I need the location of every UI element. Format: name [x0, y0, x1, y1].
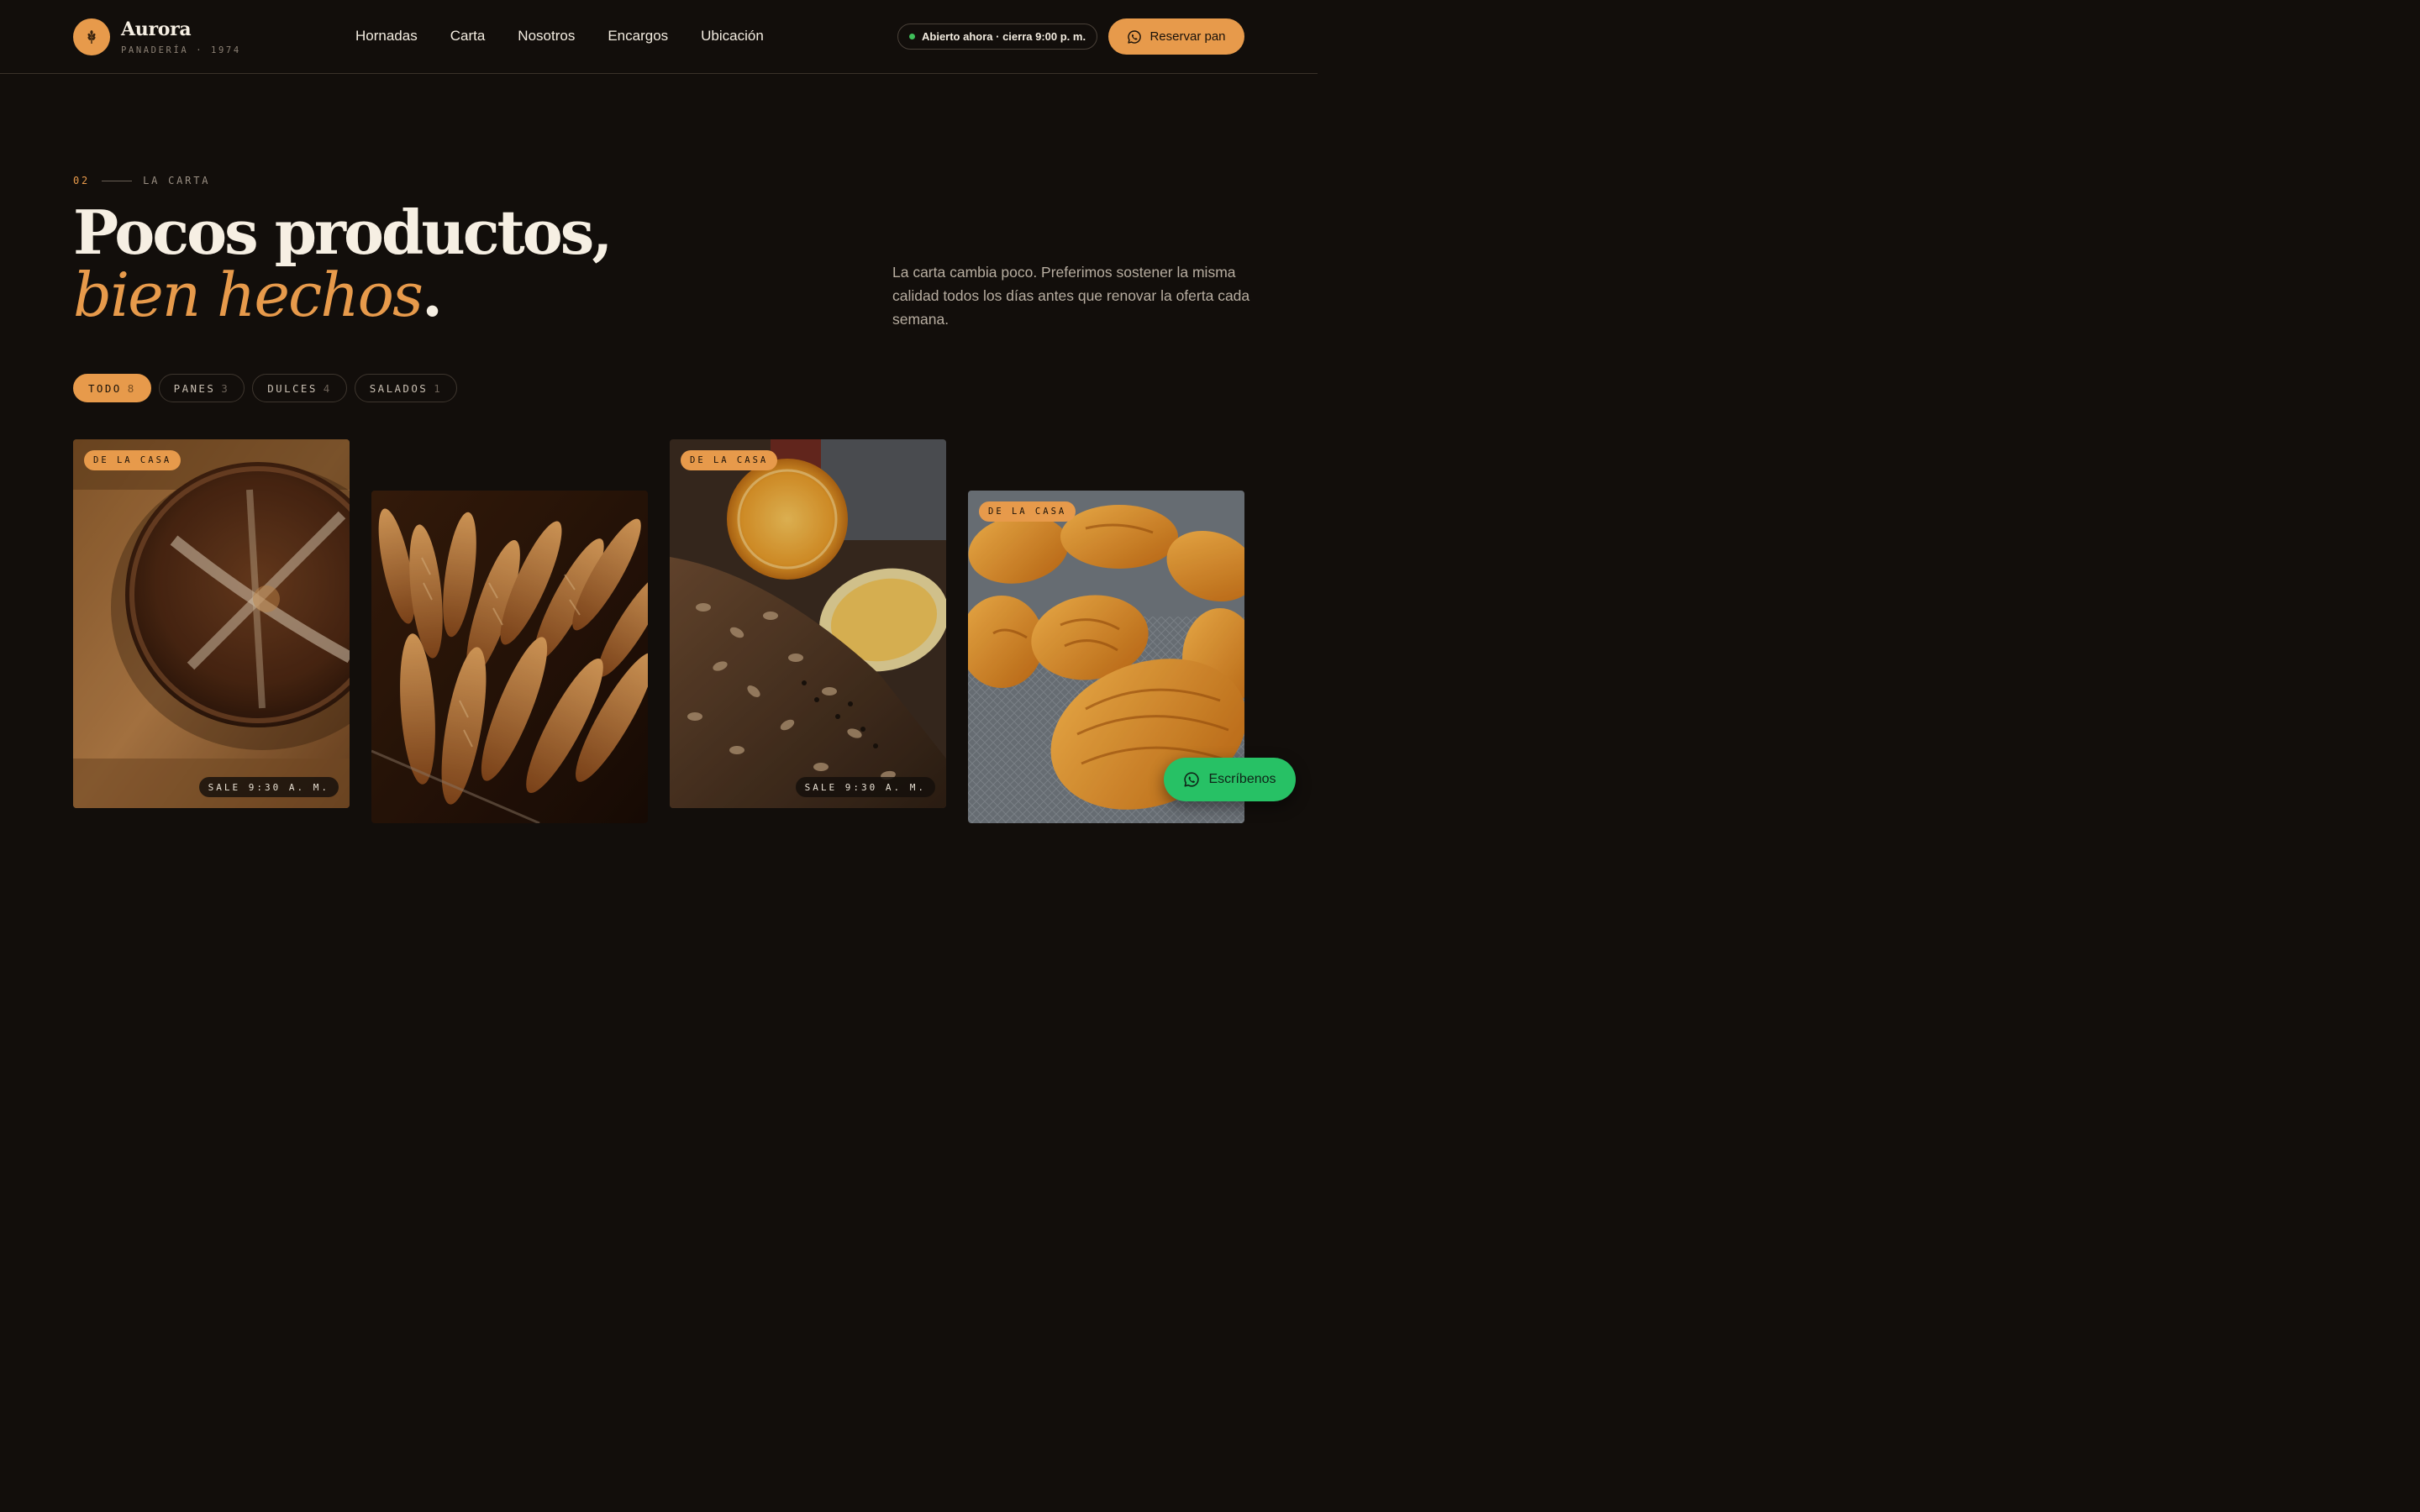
house-badge: DE LA CASA — [979, 501, 1076, 522]
filter-count: 1 — [434, 381, 443, 395]
filter-label: SALADOS — [369, 381, 429, 395]
filter-count: 4 — [323, 381, 332, 395]
status-text: Abierto ahora · cierra 9:00 p. m. — [922, 30, 1086, 43]
filter-label: DULCES — [267, 381, 318, 395]
chat-whatsapp-button[interactable]: Escríbenos — [1164, 758, 1296, 801]
product-card[interactable]: DE LA CASA SALE 9:30 A. M. — [670, 439, 946, 808]
seeded-bread-lemons-photo — [670, 439, 946, 808]
category-filters: TODO 8 PANES 3 DULCES 4 SALADOS 1 — [73, 374, 458, 402]
whatsapp-icon — [1184, 772, 1200, 787]
filter-count: 3 — [221, 381, 230, 395]
wheat-icon — [87, 30, 96, 44]
filter-salados[interactable]: SALADOS 1 — [354, 374, 458, 402]
filter-label: PANES — [173, 381, 216, 395]
section-number: 02 — [73, 175, 91, 186]
sourdough-loaf-photo — [73, 439, 350, 808]
main-nav: Hornadas Carta Nosotros Encargos Ubicaci… — [355, 28, 764, 45]
open-status-badge: Abierto ahora · cierra 9:00 p. m. — [897, 24, 1097, 50]
house-badge: DE LA CASA — [84, 450, 182, 470]
reserve-bread-label: Reservar pan — [1150, 29, 1226, 44]
brand-subtitle: PANADERÍA · 1974 — [121, 45, 241, 55]
filter-panes[interactable]: PANES 3 — [158, 374, 245, 402]
headline-accent: bien hechos — [73, 260, 424, 330]
baguettes-photo — [371, 491, 648, 823]
nav-link-carta[interactable]: Carta — [450, 28, 486, 45]
whatsapp-icon — [1128, 29, 1142, 44]
chat-label: Escríbenos — [1208, 772, 1276, 786]
headline-line-2: bien hechos. — [73, 264, 610, 327]
nav-link-encargos[interactable]: Encargos — [608, 28, 668, 45]
headline-line-1: Pocos productos, — [73, 197, 613, 268]
bake-time-badge: SALE 9:30 A. M. — [795, 777, 935, 797]
nav-link-hornadas[interactable]: Hornadas — [355, 28, 418, 45]
section-intro: La carta cambia poco. Preferimos sostene… — [892, 264, 1250, 328]
logo[interactable] — [73, 18, 110, 55]
nav-link-nosotros[interactable]: Nosotros — [518, 28, 575, 45]
filter-count: 8 — [127, 381, 136, 395]
section-eyebrow: 02 LA CARTA — [73, 175, 210, 186]
brand-name[interactable]: Aurora — [121, 18, 192, 40]
section-label: LA CARTA — [143, 175, 211, 186]
house-badge: DE LA CASA — [681, 450, 778, 470]
nav-link-ubicacion[interactable]: Ubicación — [701, 28, 764, 45]
reserve-bread-button[interactable]: Reservar pan — [1108, 18, 1244, 55]
product-card[interactable]: DE LA CASA SALE 9:30 A. M. — [73, 439, 350, 808]
headline-dot: . — [421, 259, 443, 330]
product-card[interactable] — [371, 491, 648, 823]
filter-label: TODO — [88, 381, 122, 395]
status-dot — [909, 34, 915, 39]
section-headline: Pocos productos, bien hechos. — [73, 197, 613, 327]
filter-todo[interactable]: TODO 8 — [73, 374, 151, 402]
site-header: Aurora PANADERÍA · 1974 Hornadas Carta N… — [0, 0, 1318, 74]
bake-time-badge: SALE 9:30 A. M. — [198, 777, 339, 797]
filter-dulces[interactable]: DULCES 4 — [252, 374, 347, 402]
